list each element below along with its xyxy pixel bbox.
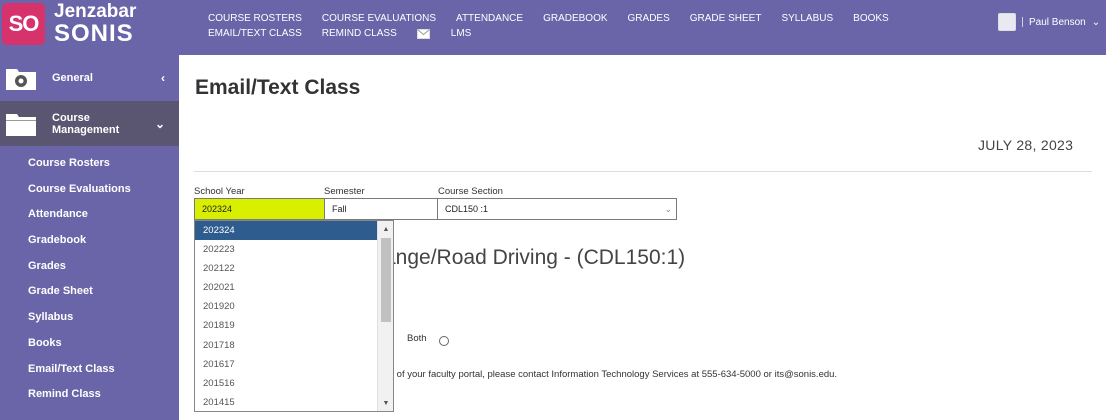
sidebar-item-remind-class[interactable]: Remind Class [0, 382, 179, 408]
chevron-down-icon: ⌄ [664, 203, 672, 214]
dropdown-option[interactable]: 202122 [195, 259, 377, 278]
nav-lms[interactable]: LMS [451, 28, 472, 40]
school-year-value: 202324 [202, 204, 233, 214]
sidebar-item-grade-sheet[interactable]: Grade Sheet [0, 279, 179, 305]
dropdown-option[interactable]: 201718 [195, 336, 377, 355]
sidebar-item-gradebook[interactable]: Gradebook [0, 228, 179, 254]
dropdown-option[interactable]: 201415 [195, 393, 377, 412]
dropdown-option[interactable]: 202324 [195, 221, 377, 241]
nav-grades[interactable]: GRADES [628, 13, 670, 25]
chevron-left-icon: ‹ [161, 71, 165, 85]
semester-select[interactable]: Fall [324, 198, 438, 220]
sidebar-item-course-evaluations[interactable]: Course Evaluations [0, 177, 179, 203]
avatar[interactable] [998, 13, 1016, 31]
sidebar-section-course-management[interactable]: Course Management ⌄ [0, 101, 179, 146]
chevron-down-icon: ⌄ [1091, 16, 1101, 28]
user-name: Paul Benson [1029, 16, 1086, 28]
course-section-select[interactable]: CDL150 :1 ⌄ [437, 198, 677, 220]
nav-remind-class[interactable]: REMIND CLASS [322, 28, 397, 40]
dropdown-option[interactable]: 201617 [195, 355, 377, 374]
page-title: Email/Text Class [195, 76, 361, 99]
dropdown-option[interactable]: 202223 [195, 240, 377, 259]
course-heading: ange/Road Driving - (CDL150:1) [384, 246, 686, 269]
sidebar-item-email-text-class[interactable]: Email/Text Class [0, 357, 179, 383]
nav-attendance[interactable]: ATTENDANCE [456, 13, 523, 25]
scroll-up-icon[interactable]: ▲ [378, 221, 394, 237]
school-year-select[interactable]: 202324 [194, 198, 325, 220]
scrollbar-thumb[interactable] [381, 238, 391, 322]
nav-grade-sheet[interactable]: GRADE SHEET [690, 13, 762, 25]
both-radio[interactable] [439, 336, 449, 346]
logo-mark: SO [2, 3, 45, 45]
sidebar: General ‹ Course Management ⌄ Course Ros… [0, 55, 179, 420]
dropdown-option[interactable]: 201920 [195, 297, 377, 316]
dropdown-option[interactable]: 201516 [195, 374, 377, 393]
mail-icon[interactable] [416, 28, 431, 40]
user-menu[interactable]: Paul Benson ⌄ [998, 12, 1100, 32]
scroll-down-icon[interactable]: ▼ [378, 395, 394, 411]
dropdown-scrollbar[interactable]: ▲ ▼ [377, 221, 393, 411]
sidebar-item-grades[interactable]: Grades [0, 254, 179, 280]
semester-label: Semester [324, 186, 365, 197]
school-year-label: School Year [194, 186, 245, 197]
sidebar-section-general[interactable]: General ‹ [0, 55, 179, 101]
nav-syllabus[interactable]: SYLLABUS [781, 13, 833, 25]
nav-email-text-class[interactable]: EMAIL/TEXT CLASS [208, 28, 302, 40]
sidebar-section-label: Course Management [52, 111, 120, 136]
sidebar-item-attendance[interactable]: Attendance [0, 202, 179, 228]
top-nav: COURSE ROSTERS COURSE EVALUATIONS ATTEND… [208, 13, 968, 40]
sidebar-item-course-rosters[interactable]: Course Rosters [0, 151, 179, 177]
semester-value: Fall [332, 204, 347, 214]
both-label: Both [407, 333, 427, 344]
sidebar-item-books[interactable]: Books [0, 331, 179, 357]
chevron-down-icon: ⌄ [154, 116, 165, 131]
course-section-value: CDL150 :1 [445, 204, 489, 214]
sidebar-section-label: General [52, 72, 93, 84]
dropdown-option[interactable]: 202021 [195, 278, 377, 297]
logo[interactable]: SO Jenzabar SONIS [0, 0, 178, 55]
sidebar-item-syllabus[interactable]: Syllabus [0, 305, 179, 331]
school-year-dropdown[interactable]: 202324 202223 202122 202021 201920 20181… [194, 220, 394, 412]
divider [194, 171, 1092, 172]
nav-gradebook[interactable]: GRADEBOOK [543, 13, 607, 25]
course-section-label: Course Section [438, 186, 503, 197]
sidebar-items: Course Rosters Course Evaluations Attend… [0, 151, 179, 408]
user-separator [1022, 17, 1023, 27]
nav-books[interactable]: BOOKS [853, 13, 889, 25]
current-date: JULY 28, 2023 [978, 137, 1074, 153]
dropdown-option[interactable]: 201819 [195, 316, 377, 335]
folder-icon [5, 110, 37, 138]
logo-sonis: SONIS [54, 20, 134, 47]
nav-course-rosters[interactable]: COURSE ROSTERS [208, 13, 302, 25]
top-bar: SO Jenzabar SONIS COURSE ROSTERS COURSE … [0, 0, 1106, 55]
help-text: se of your faculty portal, please contac… [384, 369, 838, 380]
nav-course-evaluations[interactable]: COURSE EVALUATIONS [322, 13, 436, 25]
gear-folder-icon [5, 64, 37, 92]
